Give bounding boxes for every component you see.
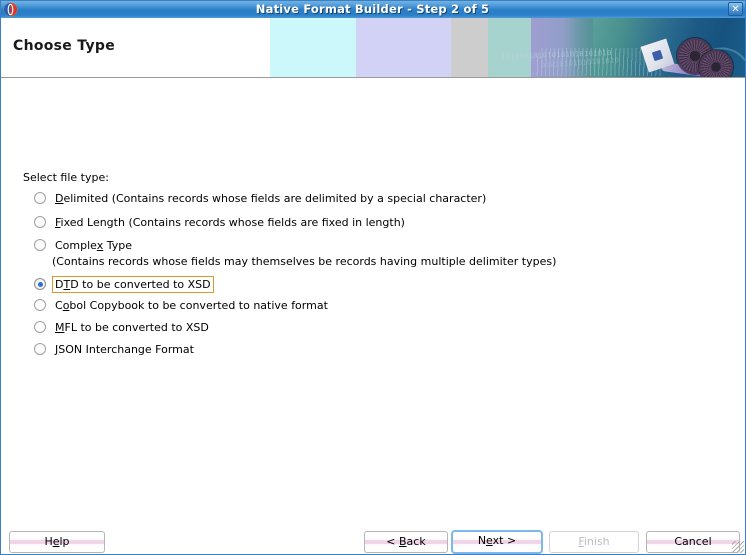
label-post: ixed Length (Contains records whose fiel…	[60, 215, 405, 229]
label-mnemonic: e	[486, 534, 493, 547]
label-post: inish	[583, 535, 610, 548]
label-post: ack	[406, 535, 426, 548]
radio-label-fixed-length: Fixed Length (Contains records whose fie…	[52, 214, 408, 231]
native-format-builder-window: Native Format Builder - Step 2 of 5 ✕ 10…	[0, 0, 746, 555]
next-button[interactable]: Next >	[451, 530, 543, 554]
radio-indicator-fixed-length[interactable]	[34, 216, 46, 228]
banner-band-teal	[488, 18, 531, 77]
gear-wheel-icon-2	[699, 50, 733, 77]
radio-label-json-interchange: JSON Interchange Format	[52, 341, 197, 358]
radio-label-cobol-copybook: Cobol Copybook to be converted to native…	[52, 297, 331, 314]
radio-option-fixed-length[interactable]: Fixed Length (Contains records whose fie…	[34, 214, 408, 230]
label-post: lp	[59, 535, 70, 548]
resize-grip[interactable]	[732, 541, 744, 553]
oracle-logo-icon	[3, 2, 18, 17]
radio-indicator-mfl-to-xsd[interactable]	[34, 321, 46, 333]
label-mnemonic: M	[55, 320, 65, 334]
radio-option-delimited[interactable]: Delimited (Contains records whose fields…	[34, 190, 489, 206]
radio-indicator-cobol-copybook[interactable]	[34, 299, 46, 311]
label-post: SON Interchange Format	[58, 342, 194, 356]
label-post: xt >	[492, 534, 517, 547]
select-file-type-label: Select file type:	[23, 171, 109, 184]
radio-indicator-complex-type[interactable]	[34, 239, 46, 251]
label-post: elimited (Contains records whose fields …	[63, 191, 487, 205]
close-icon[interactable]: ✕	[728, 2, 743, 16]
label-mnemonic: B	[399, 535, 407, 548]
radio-option-cobol-copybook[interactable]: Cobol Copybook to be converted to native…	[34, 297, 331, 313]
wizard-banner: 1010101010101010101 10101010101010101010…	[1, 18, 745, 78]
radio-label-delimited: Delimited (Contains records whose fields…	[52, 190, 489, 207]
label-pre: Cancel	[674, 535, 712, 548]
label-pre: <	[386, 535, 399, 548]
cancel-button[interactable]: Cancel	[646, 531, 740, 553]
radio-option-complex-type[interactable]: Complex Type	[34, 237, 135, 253]
banner-band-grey	[451, 18, 488, 77]
label-post: FL to be converted to XSD	[64, 320, 209, 334]
label-pre: Comple	[55, 238, 97, 252]
page-title: Choose Type	[13, 38, 116, 54]
banner-band-lavender	[356, 18, 451, 77]
finish-button: Finish	[549, 531, 639, 553]
label-pre: C	[55, 298, 63, 312]
radio-label-dtd-to-xsd: DTD to be converted to XSD	[52, 275, 214, 293]
radio-option-json-interchange[interactable]: JSON Interchange Format	[34, 341, 197, 357]
wizard-content-panel: Select file type: Delimited (Contains re…	[1, 78, 745, 527]
window-title: Native Format Builder - Step 2 of 5	[255, 2, 490, 16]
label-mnemonic: e	[52, 535, 60, 548]
radio-option-mfl-to-xsd[interactable]: MFL to be converted to XSD	[34, 319, 212, 335]
title-bar: Native Format Builder - Step 2 of 5 ✕	[1, 1, 745, 18]
radio-indicator-json-interchange[interactable]	[34, 343, 46, 355]
label-post: bol Copybook to be converted to native f…	[69, 298, 328, 312]
label-post: Type	[103, 238, 133, 252]
radio-indicator-delimited[interactable]	[34, 192, 46, 204]
label-post: D to be converted to XSD	[70, 277, 211, 291]
radio-label-mfl-to-xsd: MFL to be converted to XSD	[52, 319, 212, 336]
radio-option-dtd-to-xsd[interactable]: DTD to be converted to XSD	[34, 275, 214, 293]
back-button[interactable]: < Back	[364, 531, 448, 553]
radio-label-complex-type: Complex Type	[52, 237, 135, 254]
label-pre: H	[44, 535, 53, 548]
radio-indicator-dtd-to-xsd[interactable]	[34, 278, 46, 290]
complex-type-description: (Contains records whose fields may thems…	[52, 255, 557, 268]
help-button[interactable]: Help	[9, 531, 105, 553]
banner-band-cyan	[270, 18, 356, 77]
label-pre: N	[477, 534, 487, 547]
